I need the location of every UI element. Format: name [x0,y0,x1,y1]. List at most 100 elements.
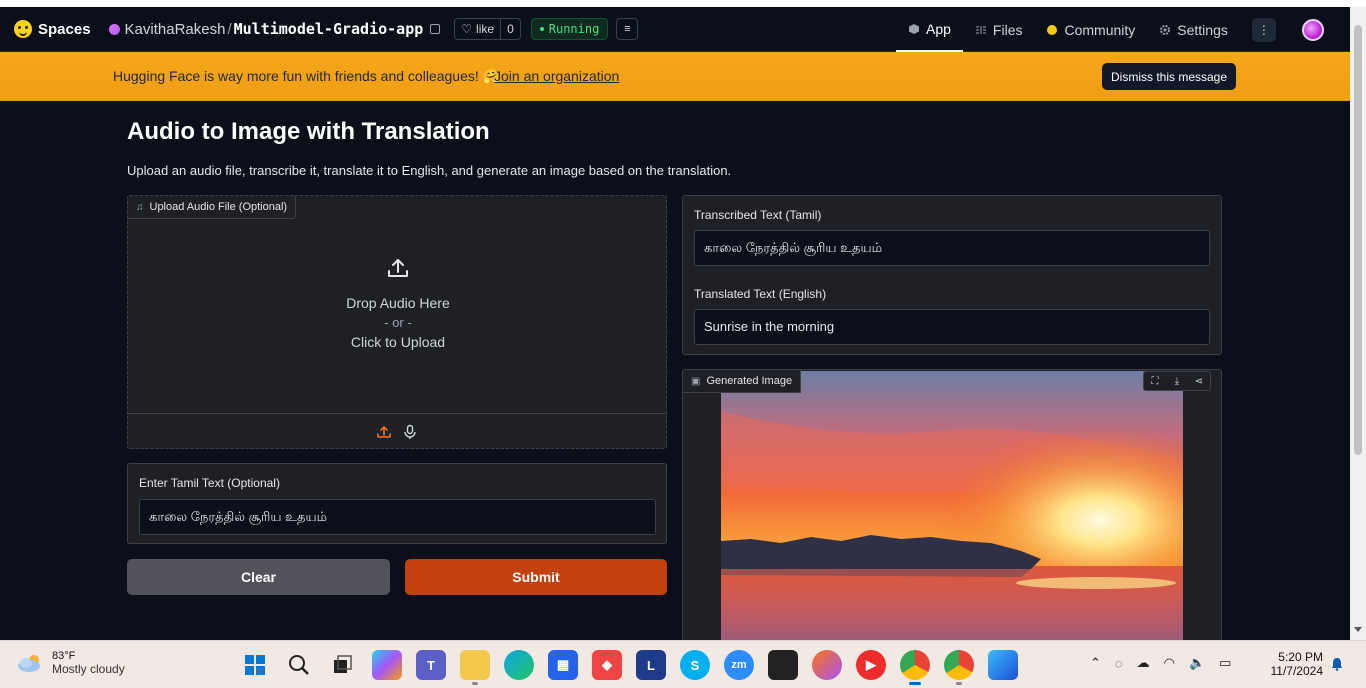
wifi-icon[interactable]: ◠ [1164,655,1175,671]
status-label: Running [548,22,600,36]
translated-output[interactable]: Sunrise in the morning [694,309,1210,345]
chrome-profile-k-icon[interactable] [900,650,930,685]
start-icon[interactable] [240,650,270,680]
or-text: - or - [384,315,412,330]
weather-widget[interactable]: 83°F Mostly cloudy [16,650,125,676]
tab-app-label: App [926,20,951,37]
tab-files-label: Files [992,21,1023,38]
tab-settings[interactable]: Settings [1147,7,1240,52]
like-label: like [476,22,495,36]
clear-button[interactable]: Clear [127,559,390,595]
firefox-icon[interactable] [812,650,842,680]
cube-icon [909,23,919,34]
edge-icon[interactable] [504,650,534,680]
skype-icon[interactable]: S [680,650,710,680]
chevron-up-icon[interactable]: ⌃ [1090,655,1101,671]
drop-text: Drop Audio Here [346,295,450,311]
files-icon [975,25,986,34]
anydesk-icon[interactable]: ◆ [592,650,622,680]
space-nav: App Files Community Settings ⋮ [896,7,1324,52]
spaces-link[interactable]: Spaces [38,21,91,38]
tab-settings-label: Settings [1177,21,1228,38]
drop-zone[interactable]: Drop Audio Here - or - Click to Upload [128,256,668,350]
system-tray: ⌃ ◌ ☁ ◠ 🔈 ▭ [1090,655,1231,671]
photos-icon[interactable] [988,650,1018,680]
upload-label: ♫ Upload Audio File (Optional) [128,196,297,219]
tamil-text-input[interactable]: காலை நேரத்தில் சூரிய உதயம் [139,499,656,535]
tamil-text-block: Enter Tamil Text (Optional) காலை நேரத்தி… [127,463,667,544]
weather-desc: Mostly cloudy [52,662,125,676]
gradio-app: Audio to Image with Translation Upload a… [0,101,1350,641]
path-separator: / [227,20,232,38]
submit-button[interactable]: Submit [405,559,667,595]
transcribed-label: Transcribed Text (Tamil) [694,208,822,222]
youtube-music-icon[interactable]: ▶ [856,650,886,680]
store-icon[interactable]: ▦ [548,650,578,680]
page-description: Upload an audio file, transcribe it, tra… [127,163,732,178]
clock-time: 5:20 PM [1278,650,1323,664]
share-icon[interactable]: ⋖ [1188,372,1210,390]
microphone-icon[interactable] [402,424,418,440]
logs-button[interactable]: ≡ [616,18,639,40]
owner-link[interactable]: KavithaRakesh [125,21,226,38]
transcribed-output[interactable]: காலை நேரத்தில் சூரிய உதயம் [694,230,1210,266]
hf-header: Spaces KavithaRakesh / Multimodel-Gradio… [0,7,1350,52]
clock-date: 11/7/2024 [1270,664,1324,678]
join-org-link[interactable]: Join an organization [494,68,619,84]
copy-icon[interactable] [430,24,441,34]
notification-bell-icon[interactable] [1331,657,1343,671]
sticky-notes-icon[interactable] [768,650,798,680]
user-avatar[interactable] [1301,18,1324,41]
upload-label-text: Upload Audio File (Optional) [149,201,288,213]
like-button[interactable]: ♡ like 0 [454,18,521,40]
chrome-profile-r-icon[interactable] [944,650,974,685]
status-badge[interactable]: Running [530,18,609,40]
clock[interactable]: 5:20 PM 11/7/2024 [1266,650,1324,678]
download-icon[interactable]: ⤓ [1166,372,1188,390]
org-banner: Hugging Face is way more fun with friend… [0,52,1350,101]
volume-icon[interactable]: 🔈 [1189,655,1205,671]
cloud-off-icon[interactable]: ☁ [1137,655,1150,671]
tab-files[interactable]: Files [963,7,1035,52]
logs-icon: ≡ [624,23,631,35]
click-upload-text: Click to Upload [350,334,446,350]
repo-name[interactable]: Multimodel-Gradio-app [234,20,424,38]
owner-avatar-icon [108,23,120,35]
page-scrollbar[interactable] [1350,7,1366,640]
weather-temp: 83°F [52,650,76,662]
taskbar-apps: T ▦ ◆ L S zm ▶ [240,650,1018,685]
windows-taskbar: 83°F Mostly cloudy T ▦ ◆ L S zm ▶ ⌃ ◌ ☁ [0,640,1366,688]
music-note-icon: ♫ [136,201,144,213]
image-label: ▣ Generated Image [683,370,802,393]
translated-label: Translated Text (English) [694,287,827,301]
tab-community-label: Community [1064,21,1136,38]
copilot-icon[interactable] [372,650,402,680]
heart-icon: ♡ [461,22,473,36]
file-explorer-icon[interactable] [460,650,490,685]
more-menu-button[interactable]: ⋮ [1251,17,1276,42]
battery-icon[interactable]: ▭ [1219,655,1231,671]
zoom-icon[interactable]: zm [724,650,754,680]
fullscreen-icon[interactable]: ⛶ [1144,372,1166,390]
like-count: 0 [507,22,514,36]
status-dot-icon [539,27,544,31]
scroll-down-arrow-icon[interactable] [1354,627,1362,632]
audio-upload[interactable]: ♫ Upload Audio File (Optional) Drop Audi… [127,195,667,449]
generated-sunset-image [721,371,1183,640]
image-label-text: Generated Image [706,375,793,387]
tab-community[interactable]: Community [1034,7,1147,52]
tab-app[interactable]: App [896,7,963,52]
l-app-icon[interactable]: L [636,650,666,680]
scroll-thumb[interactable] [1354,25,1362,455]
dismiss-button[interactable]: Dismiss this message [1102,63,1236,90]
teams-icon[interactable]: T [416,650,446,680]
community-icon [1047,24,1058,35]
cloud-icon [18,655,40,672]
upload-source-icon[interactable] [376,424,392,440]
task-view-icon[interactable] [328,650,358,680]
output-text-block: Transcribed Text (Tamil) காலை நேரத்தில் … [682,195,1222,355]
search-icon[interactable] [284,650,314,680]
banner-text: Hugging Face is way more fun with friend… [113,68,501,84]
network-drive-icon[interactable]: ◌ [1115,656,1123,671]
hugging-face-logo-icon[interactable] [14,20,32,38]
